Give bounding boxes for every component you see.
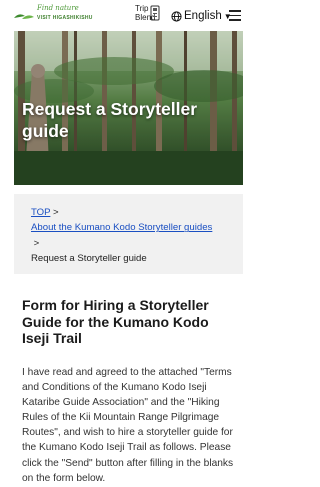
trip-blend-icon xyxy=(150,5,160,21)
trip-blend-link[interactable]: Trip Blend xyxy=(135,5,163,27)
breadcrumb-top-link[interactable]: TOP xyxy=(31,207,50,218)
hero-banner: Request a Storyteller guide xyxy=(14,31,243,185)
breadcrumb-about-link[interactable]: About the Kumano Kodo Storyteller guides xyxy=(31,222,212,233)
site-logo[interactable]: Find nature VISIT HIGASHIKISHU xyxy=(13,4,99,26)
site-header: Find nature VISIT HIGASHIKISHU Trip Blen… xyxy=(0,0,243,31)
leaf-logo-icon xyxy=(14,14,34,19)
breadcrumb: TOP > About the Kumano Kodo Storyteller … xyxy=(14,194,243,274)
breadcrumb-separator: > xyxy=(50,207,59,218)
trip-label: Trip xyxy=(135,4,149,13)
logo-name: VISIT HIGASHIKISHU xyxy=(37,15,93,21)
form-heading: Form for Hiring a Storyteller Guide for … xyxy=(22,297,209,346)
hamburger-menu-icon[interactable] xyxy=(229,10,241,21)
form-intro-text: I have read and agreed to the attached "… xyxy=(22,367,234,484)
globe-icon xyxy=(171,10,182,22)
language-selector[interactable]: English ▼ xyxy=(171,9,232,23)
breadcrumb-current: Request a Storyteller guide xyxy=(31,252,147,264)
breadcrumb-separator: > xyxy=(33,237,40,249)
language-label: English xyxy=(184,10,222,22)
logo-tagline: Find nature xyxy=(37,4,79,12)
page-title: Request a Storyteller guide xyxy=(22,99,198,141)
